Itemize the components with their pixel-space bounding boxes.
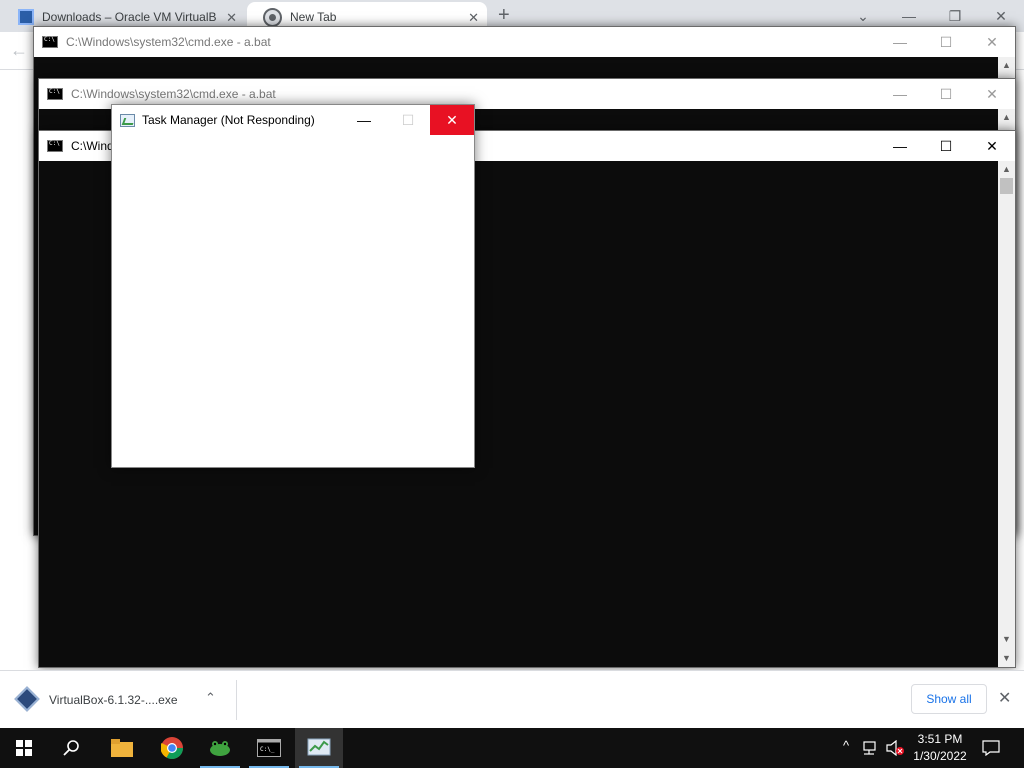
maximize-button[interactable]: ☐ xyxy=(923,79,969,109)
tab-title: Downloads – Oracle VM VirtualB xyxy=(42,10,217,24)
notifications-icon[interactable] xyxy=(982,740,1000,756)
virtualbox-icon xyxy=(18,9,34,25)
close-button[interactable]: ✕ xyxy=(430,105,474,135)
clock-date[interactable]: 1/30/2022 xyxy=(906,749,974,763)
task-manager-icon xyxy=(307,738,331,756)
tab-close-icon[interactable]: ✕ xyxy=(468,10,479,26)
minimize-button[interactable]: — xyxy=(877,27,923,57)
scroll-up-icon[interactable]: ▲ xyxy=(998,57,1015,74)
search-button[interactable] xyxy=(48,728,96,768)
minimize-button[interactable]: — xyxy=(877,131,923,161)
minimize-button[interactable]: — xyxy=(342,105,386,135)
task-manager-title-bar[interactable]: Task Manager (Not Responding) — ☐ ✕ xyxy=(112,105,474,135)
start-icon xyxy=(16,740,32,756)
chrome-icon xyxy=(265,9,280,25)
taskbar-file-explorer[interactable] xyxy=(98,728,146,768)
task-manager-window[interactable]: Task Manager (Not Responding) — ☐ ✕ xyxy=(111,104,475,468)
download-file-name[interactable]: VirtualBox-6.1.32-....exe xyxy=(49,693,178,707)
taskbar-chrome[interactable] xyxy=(148,728,196,768)
clock-time[interactable]: 3:51 PM xyxy=(906,732,974,746)
new-tab-button[interactable]: + xyxy=(498,4,510,27)
search-icon xyxy=(63,740,79,756)
cmd-window-title: C:\Windows\system32\cmd.exe - a.bat xyxy=(71,87,276,101)
scroll-down-icon[interactable]: ▼ xyxy=(998,650,1015,667)
maximize-button[interactable]: ☐ xyxy=(923,131,969,161)
cmd-icon xyxy=(47,140,63,152)
frog-app-icon xyxy=(210,741,230,756)
divider xyxy=(236,680,237,720)
close-download-bar-icon[interactable]: ✕ xyxy=(998,688,1011,708)
taskbar-task-manager[interactable] xyxy=(295,728,343,768)
scroll-up-icon[interactable]: ▲ xyxy=(998,161,1015,178)
volume-muted-icon[interactable] xyxy=(885,740,905,756)
cmd-icon xyxy=(47,88,63,100)
cmd-window-title: C:\Wind xyxy=(71,139,114,153)
close-button[interactable]: ✕ xyxy=(969,27,1015,57)
start-button[interactable] xyxy=(0,728,48,768)
show-hidden-icons-chevron[interactable]: ^ xyxy=(838,738,854,753)
show-all-button[interactable]: Show all xyxy=(911,684,987,714)
network-icon[interactable] xyxy=(862,740,880,756)
close-button[interactable]: ✕ xyxy=(969,79,1015,109)
tab-close-icon[interactable]: ✕ xyxy=(226,10,237,26)
tab-title: New Tab xyxy=(290,10,337,24)
maximize-button[interactable]: ☐ xyxy=(923,27,969,57)
task-manager-icon xyxy=(120,113,135,127)
svg-text:C:\_: C:\_ xyxy=(260,746,275,753)
cmd-icon xyxy=(42,36,58,48)
cmd-window-title: C:\Windows\system32\cmd.exe - a.bat xyxy=(66,35,271,49)
vertical-scrollbar[interactable]: ▲ ▼ ▼ xyxy=(998,161,1015,667)
maximize-button[interactable]: ☐ xyxy=(386,105,430,135)
task-manager-title: Task Manager (Not Responding) xyxy=(142,113,315,127)
taskbar-cmd[interactable]: C:\_ xyxy=(245,728,293,768)
scrollbar-thumb[interactable] xyxy=(1000,178,1013,194)
chrome-icon xyxy=(161,737,183,759)
close-button[interactable]: ✕ xyxy=(969,131,1015,161)
scroll-down-icon[interactable]: ▼ xyxy=(998,631,1015,648)
taskbar-frog-app[interactable] xyxy=(196,728,244,768)
cmd-title-bar[interactable]: C:\Windows\system32\cmd.exe - a.bat — ☐ … xyxy=(34,27,1015,57)
minimize-button[interactable]: — xyxy=(877,79,923,109)
cmd-icon: C:\_ xyxy=(257,739,281,757)
file-explorer-icon xyxy=(111,739,133,757)
back-button[interactable]: ← xyxy=(10,40,28,61)
chevron-up-icon[interactable]: ⌃ xyxy=(205,690,216,706)
scroll-up-icon[interactable]: ▲ xyxy=(998,109,1015,126)
taskbar: C:\_ ^ 3:51 PM 1/30/2022 xyxy=(0,728,1024,768)
